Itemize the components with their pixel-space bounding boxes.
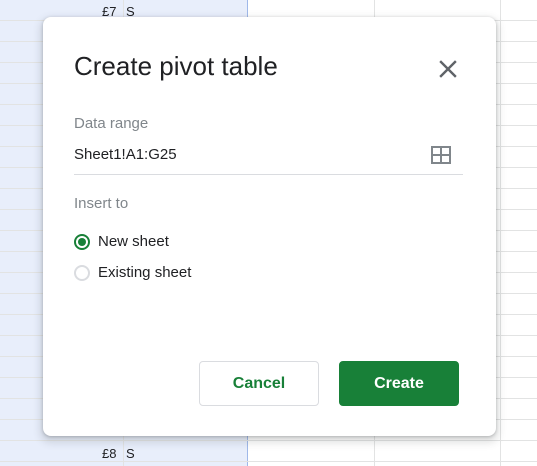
- close-button[interactable]: [433, 54, 463, 84]
- dialog-title: Create pivot table: [74, 51, 278, 81]
- create-pivot-table-dialog: Create pivot table Data range Sheet1!A1:…: [43, 17, 496, 436]
- radio-existing-sheet[interactable]: Existing sheet: [74, 262, 191, 284]
- insert-to-label: Insert to: [74, 195, 129, 212]
- radio-dot: [78, 238, 86, 246]
- grid-column-line: [500, 0, 501, 466]
- data-range-label: Data range: [74, 115, 149, 132]
- close-icon: [439, 60, 457, 78]
- radio-new-sheet[interactable]: New sheet: [74, 231, 169, 253]
- cell-code-bottom: S: [126, 446, 135, 461]
- radio-button-checked[interactable]: [74, 234, 90, 250]
- data-range-input[interactable]: Sheet1!A1:G25: [74, 146, 177, 164]
- radio-label-new-sheet: New sheet: [98, 233, 169, 250]
- cell-amount-bottom: £8: [102, 446, 117, 461]
- radio-label-existing-sheet: Existing sheet: [98, 264, 192, 281]
- grid-select-icon: [431, 146, 451, 164]
- select-data-range-button[interactable]: [429, 143, 453, 167]
- cancel-button[interactable]: Cancel: [199, 361, 319, 406]
- create-button[interactable]: Create: [339, 361, 459, 406]
- radio-button-unchecked[interactable]: [74, 265, 90, 281]
- data-range-underline: [74, 174, 463, 175]
